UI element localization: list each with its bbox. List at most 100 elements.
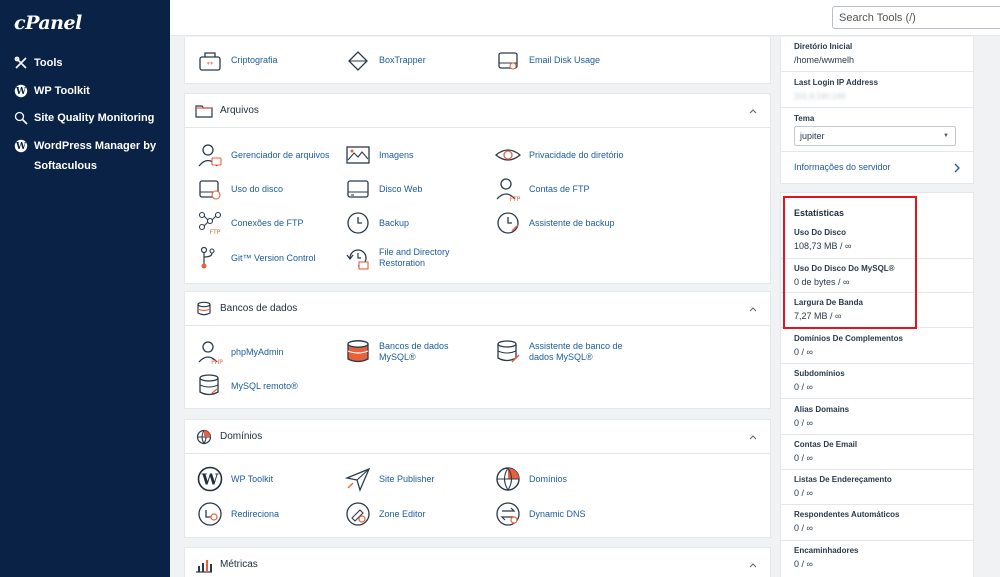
panel-metricas: Métricas <box>184 547 771 577</box>
stat-value: 0 / ∞ <box>794 488 813 498</box>
cpanel-logo[interactable]: cPanel <box>14 12 82 34</box>
eye-icon <box>495 149 521 161</box>
metrics-icon <box>196 560 212 573</box>
backup-wizard-icon <box>497 212 519 234</box>
stat-value: 0 / ∞ <box>794 347 813 357</box>
tool-git-version-control[interactable]: Git™ Version Control <box>197 245 316 271</box>
chevron-up-icon[interactable] <box>748 560 758 570</box>
panel-bancos-de-dados: Bancos de dados PHP phpMyAdmin Bancos de… <box>184 291 771 409</box>
tools-icon <box>14 56 28 70</box>
stat-label: Subdomínios <box>794 369 845 378</box>
tool-zone-editor[interactable]: Zone Editor <box>345 501 426 527</box>
panel-security-partial: ** Criptografia BoxTrapper Email Disk Us… <box>184 37 771 84</box>
database-icon <box>197 301 211 316</box>
backup-icon <box>347 212 369 234</box>
theme-select[interactable]: jupiter ▼ <box>794 126 956 146</box>
last-login-ip-value: 201.8.190.149 <box>794 92 846 101</box>
tool-backup-wizard[interactable]: Assistente de backup <box>495 210 615 236</box>
chevron-up-icon[interactable] <box>748 432 758 442</box>
theme-select-value: jupiter <box>800 131 825 141</box>
svg-text:W: W <box>15 142 27 152</box>
chevron-up-icon[interactable] <box>748 106 758 116</box>
tool-file-manager[interactable]: Gerenciador de arquivos <box>197 142 330 168</box>
stat-value: 0 / ∞ <box>794 523 813 533</box>
panel-header[interactable]: Métricas <box>185 548 770 577</box>
chevron-up-icon[interactable] <box>748 304 758 314</box>
tool-email-disk-usage[interactable]: Email Disk Usage <box>495 47 600 73</box>
file-manager-icon <box>198 144 222 167</box>
tool-ftp-accounts[interactable]: FTP Contas de FTP <box>495 176 590 202</box>
chevron-right-icon[interactable] <box>953 163 961 173</box>
tool-web-disk[interactable]: Disco Web <box>345 176 422 202</box>
tool-site-publisher[interactable]: Site Publisher <box>345 466 435 492</box>
sidebar-item-site-quality[interactable]: Site Quality Monitoring <box>14 108 154 128</box>
tool-boxtrapper[interactable]: BoxTrapper <box>345 47 426 73</box>
sidebar-item-label: WP Toolkit <box>34 85 90 97</box>
tool-file-directory-restoration[interactable]: File and Directory Restoration <box>345 245 479 271</box>
globe-icon <box>496 467 520 492</box>
svg-text:W: W <box>201 471 220 489</box>
panel-title: Métricas <box>220 559 258 570</box>
sidebar-item-wordpress-manager[interactable]: W WordPress Manager by Softaculous <box>14 136 164 176</box>
zone-editor-icon <box>346 502 370 526</box>
sidebar-item-wp-toolkit[interactable]: W WP Toolkit <box>14 81 90 101</box>
lock-icon: ** <box>199 52 221 71</box>
sidebar-item-label: Tools <box>34 57 63 69</box>
last-login-label: Last Login IP Address <box>794 78 879 87</box>
theme-label: Tema <box>794 114 815 123</box>
globe-icon <box>196 429 212 445</box>
stat-label: Listas De Endereçamento <box>794 475 892 484</box>
tool-criptografia[interactable]: ** Criptografia <box>197 47 278 73</box>
redirect-icon <box>198 502 222 526</box>
panel-header[interactable]: Bancos de dados <box>185 292 770 326</box>
top-header <box>170 0 1000 36</box>
stat-value: 0 / ∞ <box>794 559 813 569</box>
phpmyadmin-icon: PHP <box>198 341 223 365</box>
stat-label: Alias Domains <box>794 405 850 414</box>
ftp-account-icon: FTP <box>496 178 521 202</box>
wordpress-icon: W <box>14 84 28 98</box>
panel-header[interactable]: Domínios <box>185 420 770 454</box>
mysql-wizard-icon <box>497 340 520 363</box>
highlight-box <box>783 196 917 329</box>
svg-text:FTP: FTP <box>210 229 221 236</box>
panel-header[interactable]: Arquivos <box>185 94 770 128</box>
server-info-link[interactable]: Informações do servidor <box>794 162 891 172</box>
remote-mysql-icon <box>199 374 219 396</box>
svg-text:W: W <box>15 87 27 97</box>
tool-dynamic-dns[interactable]: Dynamic DNS <box>495 501 586 527</box>
tool-phpmyadmin[interactable]: PHP phpMyAdmin <box>197 339 284 365</box>
stat-label: Encaminhadores <box>794 546 859 555</box>
tool-backup[interactable]: Backup <box>345 210 409 236</box>
sidebar-item-label: Site Quality Monitoring <box>34 112 155 124</box>
search-tools-input[interactable] <box>832 6 1000 29</box>
ftp-connections-icon: FTP <box>198 211 222 236</box>
tool-domains[interactable]: Domínios <box>495 466 567 492</box>
tool-images[interactable]: Imagens <box>345 142 414 168</box>
tool-mysql-wizard[interactable]: Assistente de banco de dados MySQL® <box>495 339 629 365</box>
stat-value: 0 / ∞ <box>794 418 813 428</box>
svg-text:FTP: FTP <box>510 196 521 202</box>
tool-mysql-databases[interactable]: Bancos de dados MySQL® <box>345 339 479 365</box>
panel-title: Bancos de dados <box>220 303 298 314</box>
tool-remote-mysql[interactable]: MySQL remoto® <box>197 373 298 399</box>
tool-disk-usage[interactable]: Uso do disco <box>197 176 283 202</box>
disk-usage-icon <box>199 180 221 200</box>
search-icon <box>14 111 28 125</box>
folder-icon <box>195 105 213 118</box>
tool-wp-toolkit[interactable]: W WP Toolkit <box>197 466 273 492</box>
git-icon <box>200 246 215 269</box>
restore-icon <box>346 249 369 270</box>
tool-directory-privacy[interactable]: Privacidade do diretório <box>495 142 624 168</box>
caret-down-icon: ▼ <box>943 133 949 139</box>
svg-text:**: ** <box>207 61 215 69</box>
boxtrapper-icon <box>348 51 368 71</box>
tool-ftp-connections[interactable]: FTP Conexões de FTP <box>197 210 304 236</box>
tool-redirects[interactable]: Redireciona <box>197 501 279 527</box>
web-disk-icon <box>347 180 369 198</box>
wordpress-icon: W <box>14 139 28 153</box>
sidebar: cPanel Tools W WP Toolkit Site Quality M… <box>0 0 170 577</box>
images-icon <box>346 146 370 164</box>
home-directory-label: Diretório Inicial <box>794 42 853 51</box>
sidebar-item-tools[interactable]: Tools <box>14 53 63 73</box>
